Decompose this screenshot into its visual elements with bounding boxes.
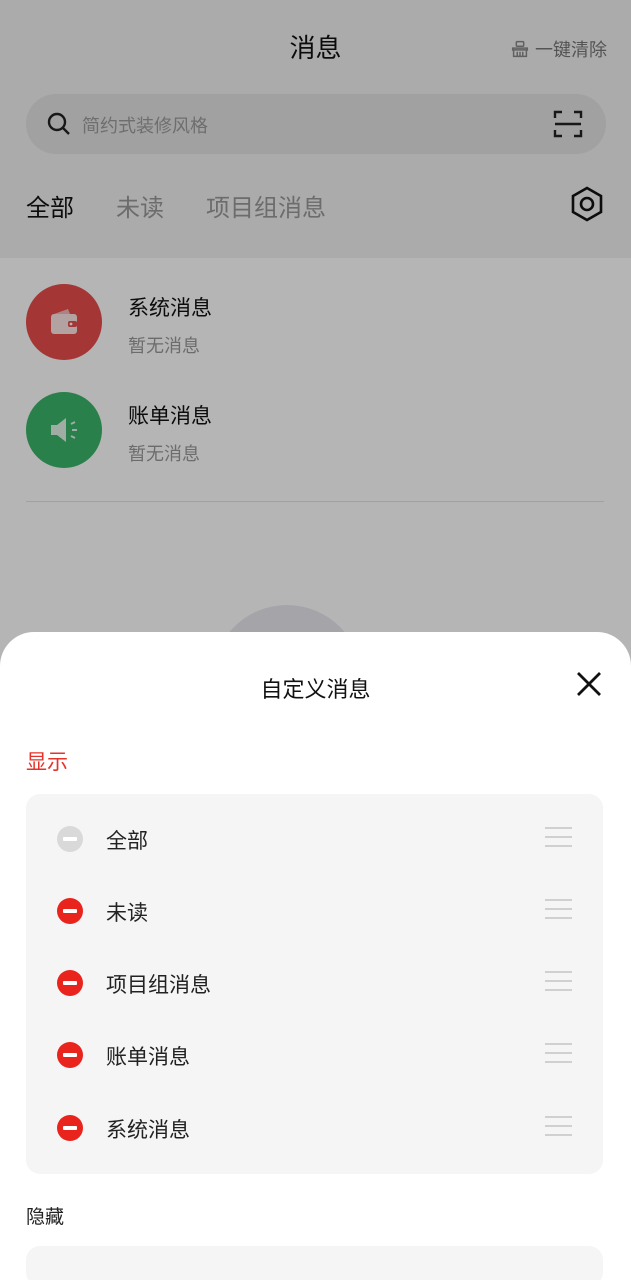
shown-items-panel: 全部 未读 项目组消息 账单消息 系统消息	[26, 794, 603, 1174]
messages-page: 消息 一键清除 简约式装修风格 全部 未读 项目组消息 系统消息 暂无消息 账单…	[0, 0, 631, 1280]
sheet-title: 自定义消息	[260, 678, 371, 703]
item-label: 账单消息	[106, 1045, 190, 1069]
remove-button[interactable]	[57, 1115, 83, 1141]
list-item: 全部	[26, 811, 603, 867]
drag-handle-icon[interactable]	[545, 899, 572, 923]
list-item: 账单消息	[26, 1027, 603, 1083]
hidden-items-panel	[26, 1246, 603, 1280]
remove-button[interactable]	[57, 1042, 83, 1068]
hidden-section-label: 隐藏	[26, 1206, 65, 1228]
item-label: 未读	[106, 901, 148, 925]
customize-messages-sheet: 自定义消息 显示 全部 未读 项目组消息 账单消息 系统消息 隐藏	[0, 632, 631, 1280]
drag-handle-icon[interactable]	[545, 971, 572, 995]
drag-handle-icon[interactable]	[545, 1043, 572, 1067]
item-label: 系统消息	[106, 1118, 190, 1142]
list-item: 系统消息	[26, 1100, 603, 1156]
item-label: 项目组消息	[106, 973, 211, 997]
list-item: 未读	[26, 883, 603, 939]
remove-button[interactable]	[57, 970, 83, 996]
shown-section-label: 显示	[26, 750, 68, 774]
list-item: 项目组消息	[26, 955, 603, 1011]
item-label: 全部	[106, 829, 148, 853]
remove-button[interactable]	[57, 898, 83, 924]
drag-handle-icon[interactable]	[545, 827, 572, 851]
remove-button-disabled	[57, 826, 83, 852]
close-icon[interactable]	[575, 670, 603, 698]
drag-handle-icon[interactable]	[545, 1116, 572, 1140]
